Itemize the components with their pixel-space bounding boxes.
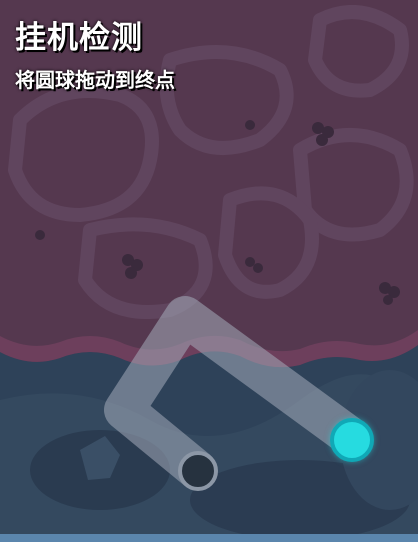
target-endpoint <box>178 451 218 491</box>
drag-ball-handle[interactable] <box>330 418 374 462</box>
afk-check-captcha: 挂机检测 将圆球拖动到终点 <box>0 0 418 542</box>
bottom-edge-bar <box>0 534 418 542</box>
